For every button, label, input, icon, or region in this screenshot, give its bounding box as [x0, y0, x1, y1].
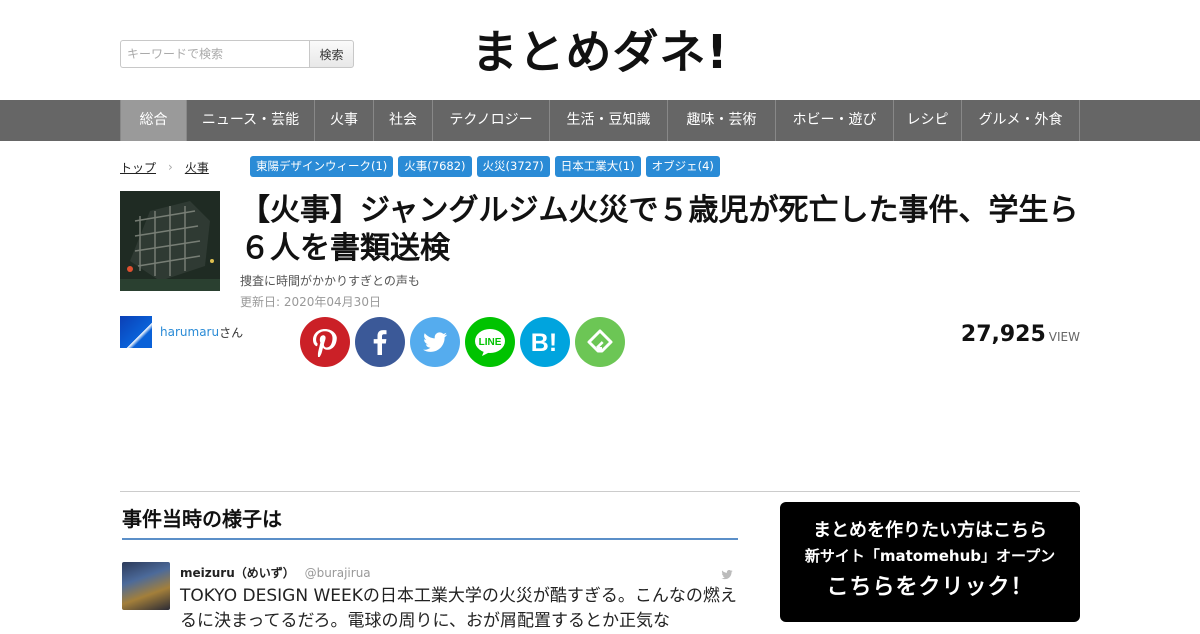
tag-item[interactable]: オブジェ(4) — [645, 156, 720, 177]
view-count-number: 27,925 — [960, 322, 1046, 347]
content-divider — [120, 491, 1080, 492]
search-form: 検索 — [120, 40, 354, 68]
author-name[interactable]: harumaru — [160, 325, 219, 339]
twitter-share-button[interactable] — [410, 317, 460, 367]
tag-item[interactable]: 火災(3727) — [476, 156, 550, 177]
facebook-share-button[interactable] — [355, 317, 405, 367]
chevron-right-icon: › — [168, 160, 173, 174]
article-title: 【火事】ジャングルジム火災で５歳児が死亡した事件、学生ら６人を書類送検 — [240, 193, 1079, 266]
nav-item-hobby-art[interactable]: 趣味・芸術 — [667, 100, 775, 141]
nav-item-fire[interactable]: 火事 — [314, 100, 373, 141]
nav-item-technology[interactable]: テクノロジー — [432, 100, 549, 141]
tag-item[interactable]: 東陽デザインウィーク(1) — [250, 156, 394, 177]
article-subtitle: 捜査に時間がかかりすぎとの声も — [240, 274, 420, 288]
feedly-share-button[interactable] — [575, 317, 625, 367]
updated-date: 2020年04月30日 — [283, 295, 381, 309]
section-heading: 事件当時の様子は — [122, 506, 738, 540]
line-share-button[interactable]: LINE — [465, 317, 515, 367]
nav-item-hobby-play[interactable]: ホビー・遊び — [775, 100, 893, 141]
facebook-icon — [373, 330, 387, 355]
tag-item[interactable]: 日本工業大(1) — [554, 156, 641, 177]
view-count-label: VIEW — [1048, 330, 1080, 344]
tweet-avatar[interactable] — [122, 562, 170, 610]
article-thumbnail — [120, 191, 220, 291]
line-icon: LINE — [475, 329, 505, 356]
nav-item-recipe[interactable]: レシピ — [893, 100, 961, 141]
updated-label: 更新日: — [240, 295, 281, 309]
svg-text:LINE: LINE — [479, 337, 502, 348]
author-info: harumaru さん — [120, 316, 243, 348]
nav-item-news[interactable]: ニュース・芸能 — [186, 100, 314, 141]
nav-item-sougou[interactable]: 総合 — [120, 100, 186, 141]
feedly-icon — [587, 329, 613, 353]
tweet-header: meizuru（めいず） @burajirua — [180, 564, 371, 581]
cta-line-1: まとめを作りたい方はこちら — [813, 520, 1047, 541]
author-suffix: さん — [219, 325, 244, 340]
hatena-share-button[interactable]: B! — [520, 317, 570, 367]
svg-text:B!: B! — [531, 329, 557, 357]
tweet-author-handle[interactable]: @burajirua — [305, 566, 371, 580]
category-nav: 総合 ニュース・芸能 火事 社会 テクノロジー 生活・豆知識 趣味・芸術 ホビー… — [0, 100, 1200, 141]
site-logo[interactable]: まとめダネ! — [440, 22, 760, 82]
breadcrumb: トップ › 火事 — [120, 158, 209, 176]
twitter-bird-icon[interactable] — [720, 566, 734, 585]
hatena-bookmark-icon: B! — [531, 329, 557, 357]
breadcrumb-home[interactable]: トップ — [120, 159, 156, 176]
cta-click-label: こちらをクリック！ — [826, 575, 1034, 600]
tag-list: 東陽デザインウィーク(1) 火事(7682) 火災(3727) 日本工業大(1)… — [250, 156, 720, 177]
view-count: 27,925 VIEW — [961, 322, 1080, 347]
pinterest-icon — [313, 329, 337, 357]
tweet-text: TOKYO DESIGN WEEKの日本工業大学の火災が酷すぎる。こんなの燃える… — [180, 586, 737, 631]
site-header: 検索 まとめダネ! — [0, 0, 1200, 100]
article-updated: 更新日: 2020年04月30日 — [240, 293, 381, 310]
breadcrumb-current[interactable]: 火事 — [185, 159, 209, 176]
cta-line-2: 新サイト「matomehub」オープン — [804, 547, 1056, 565]
search-input[interactable] — [120, 40, 309, 68]
thumbnail-image — [120, 191, 220, 291]
tag-item[interactable]: 火事(7682) — [398, 156, 472, 177]
twitter-icon — [423, 332, 447, 352]
nav-item-life[interactable]: 生活・豆知識 — [549, 100, 667, 141]
author-avatar[interactable] — [120, 316, 152, 348]
share-buttons: LINE B! — [300, 317, 625, 367]
create-matome-cta[interactable]: まとめを作りたい方はこちら 新サイト「matomehub」オープン こちらをクリ… — [780, 502, 1080, 622]
nav-item-society[interactable]: 社会 — [373, 100, 432, 141]
pinterest-share-button[interactable] — [300, 317, 350, 367]
search-button[interactable]: 検索 — [309, 40, 354, 68]
nav-item-gourmet[interactable]: グルメ・外食 — [961, 100, 1079, 141]
tweet-author-name[interactable]: meizuru（めいず） — [180, 566, 295, 580]
